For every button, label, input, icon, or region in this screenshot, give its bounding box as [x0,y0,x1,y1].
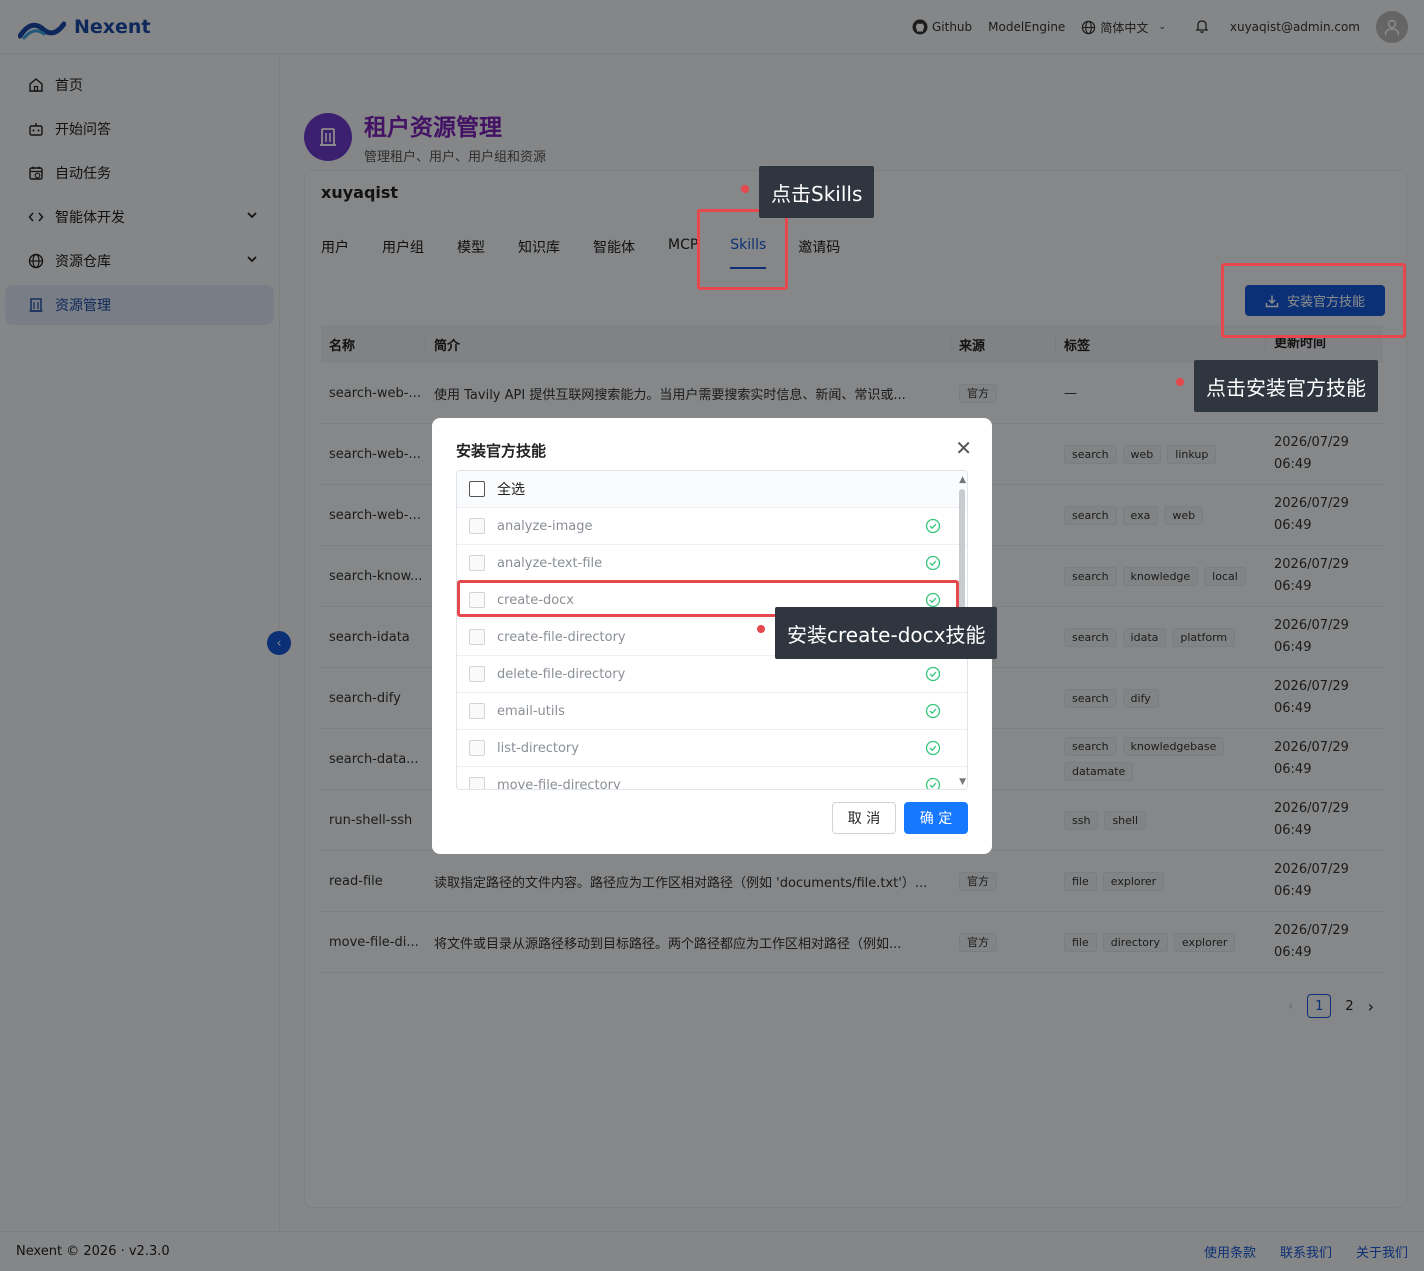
skill-option[interactable]: analyze-image [457,508,967,545]
annotation-dot-install [1176,378,1184,386]
check-circle-icon [925,666,941,682]
confirm-button[interactable]: 确 定 [904,802,968,834]
skill-option-label: move-file-directory [497,777,621,790]
cancel-button[interactable]: 取 消 [832,802,896,834]
skill-option-label: create-file-directory [497,629,626,645]
skill-option[interactable]: list-directory [457,730,967,767]
select-all[interactable]: 全选 [457,471,967,508]
close-icon[interactable]: ✕ [955,436,972,460]
skill-checkbox[interactable] [469,740,485,756]
select-all-label: 全选 [497,482,525,498]
scroll-down-icon[interactable]: ▼ [959,777,966,787]
skill-option[interactable]: analyze-text-file [457,545,967,582]
skill-option-label: email-utils [497,703,565,719]
skill-option[interactable]: email-utils [457,693,967,730]
skill-checkbox[interactable] [469,703,485,719]
skill-checkbox[interactable] [469,518,485,534]
check-circle-icon [925,703,941,719]
skill-option-label: analyze-image [497,518,593,534]
check-circle-icon [925,740,941,756]
skill-option-label: analyze-text-file [497,555,603,571]
annotation-label-skills: 点击Skills [759,166,875,218]
skill-option-label: list-directory [497,740,579,756]
skill-checkbox[interactable] [469,777,485,789]
skill-option-label: delete-file-directory [497,666,626,682]
skill-option[interactable]: delete-file-directory [457,656,967,693]
annotation-label-create-docx: 安装create-docx技能 [775,607,998,659]
annotation-label-install: 点击安装官方技能 [1194,360,1378,412]
scroll-up-icon[interactable]: ▲ [959,475,966,485]
check-circle-icon [925,555,941,571]
check-circle-icon [925,518,941,534]
skill-checkbox[interactable] [469,629,485,645]
annotation-box-skills [697,209,788,290]
annotation-dot-skills [741,185,749,193]
skill-option[interactable]: move-file-directory [457,767,967,790]
check-circle-icon [925,777,941,789]
annotation-dot-create-docx [757,625,765,633]
modal-title: 安装官方技能 [456,442,547,460]
skill-checkbox[interactable] [469,666,485,682]
annotation-box-install [1221,263,1406,338]
skill-checkbox[interactable] [469,555,485,571]
select-all-checkbox[interactable] [469,481,485,497]
